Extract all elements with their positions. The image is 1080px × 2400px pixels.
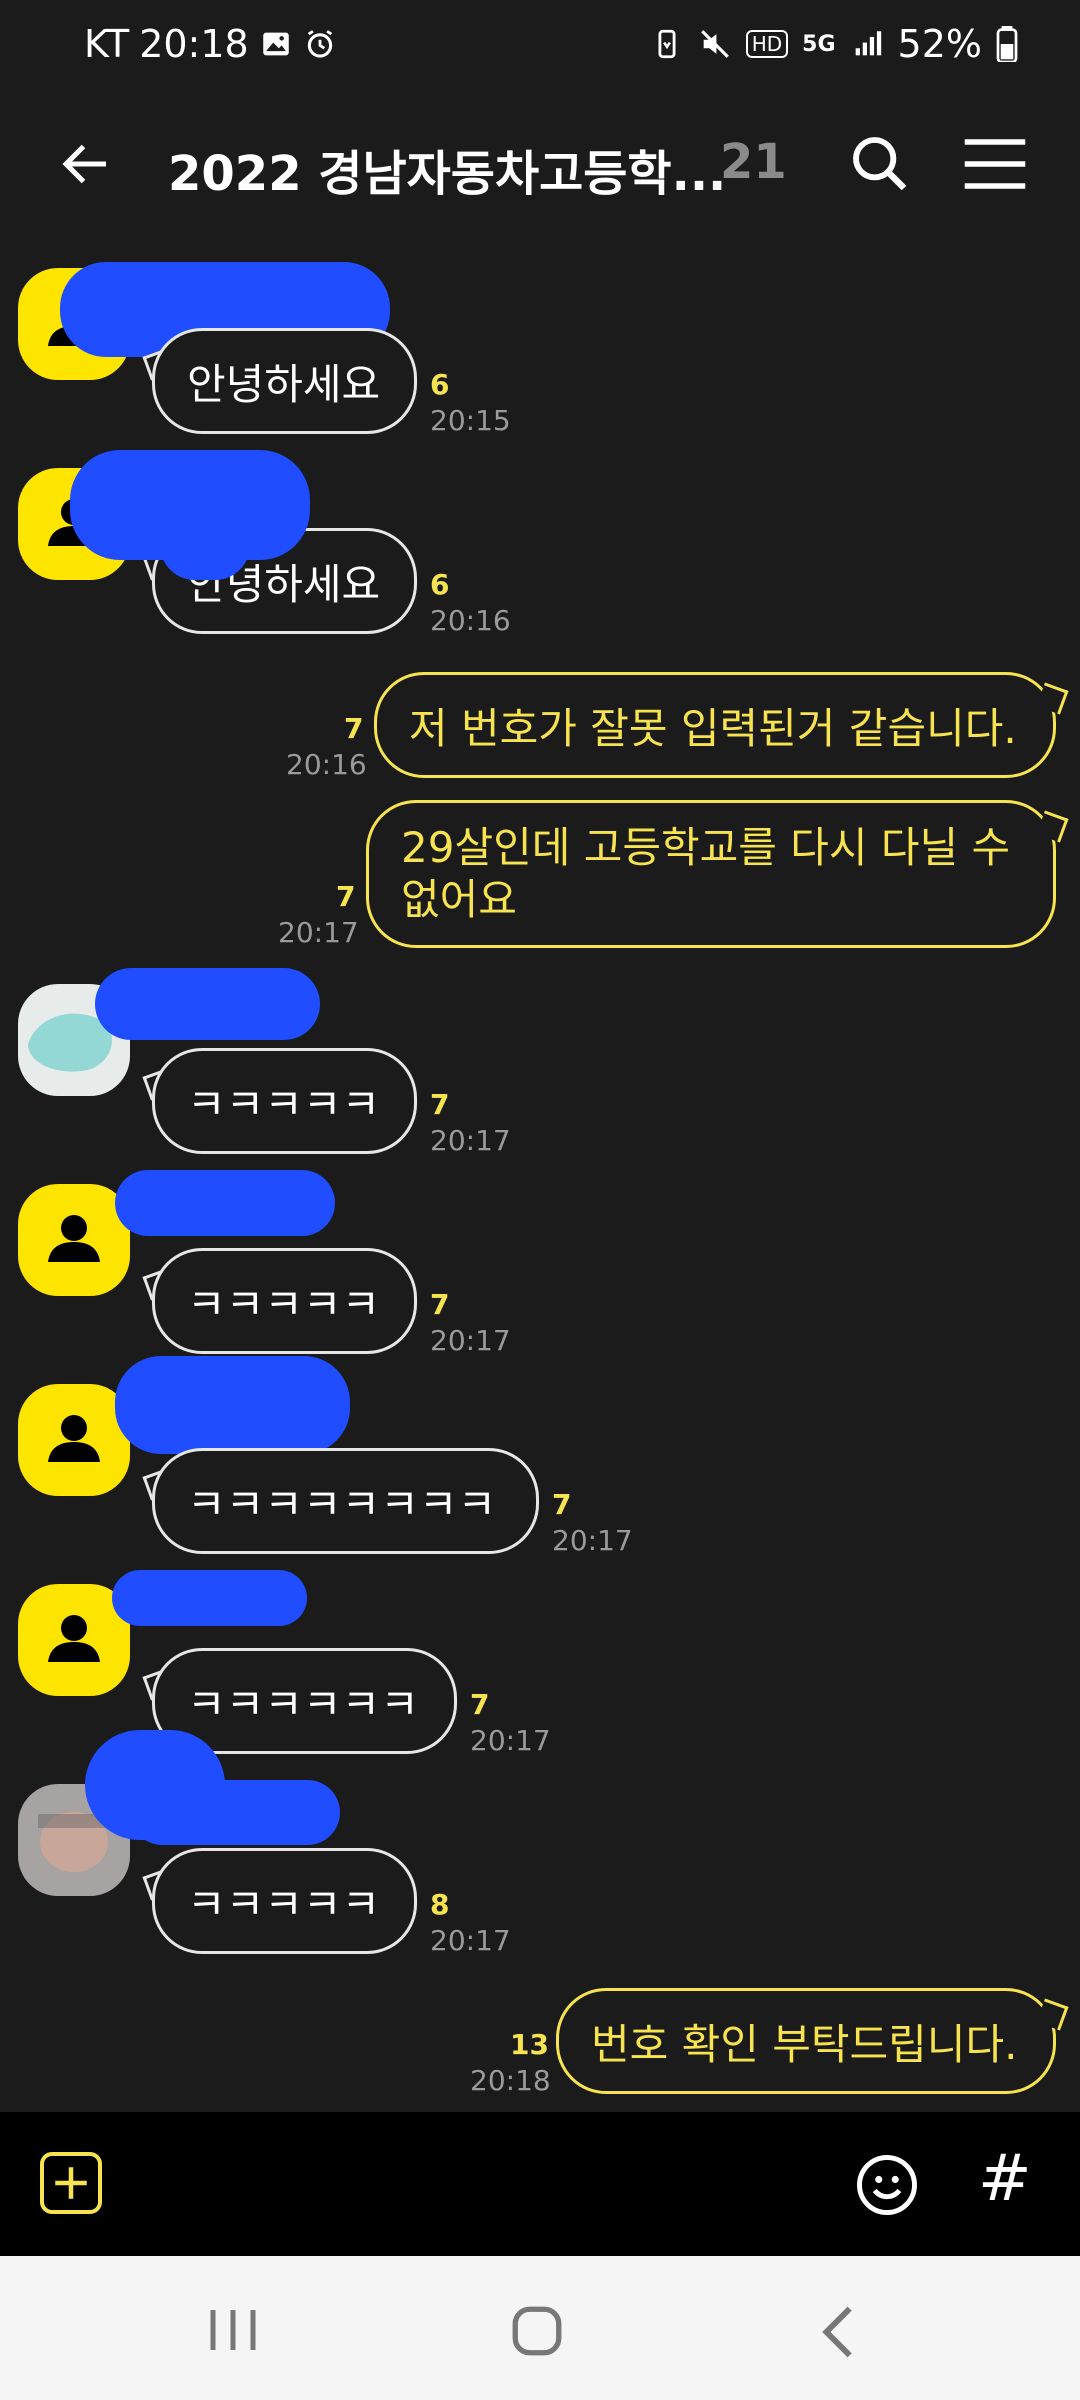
composer-bar: # — [0, 2112, 1080, 2256]
message-time: 20:17 — [278, 916, 359, 949]
status-right: HD 5G 52% — [650, 22, 1018, 66]
message-text-line2: 없어요 — [401, 875, 517, 924]
emoji-icon[interactable] — [854, 2152, 920, 2218]
alarm-icon — [307, 30, 332, 58]
message-bubble[interactable]: ㅋㅋㅋㅋㅋ — [152, 1248, 417, 1354]
unread-count: 6 — [430, 368, 450, 401]
message-time: 20:17 — [430, 1924, 511, 1957]
message-text: 번호 확인 부탁드립니다. — [591, 2019, 1018, 2069]
message-time: 20:17 — [470, 1724, 551, 1757]
message-text: 저 번호가 잘못 입력된거 같습니다. — [409, 703, 1017, 753]
carrier-label: KT — [84, 22, 130, 66]
message-text: ㅋㅋㅋㅋㅋㅋ — [187, 1679, 419, 1729]
redacted-name — [95, 968, 320, 1040]
unread-count: 7 — [470, 1688, 490, 1721]
message-time: 20:17 — [430, 1324, 511, 1357]
mute-icon — [700, 30, 729, 58]
redacted-name — [115, 1356, 350, 1454]
unread-count: 7 — [430, 1088, 450, 1121]
status-bar: KT 20:18 HD 5G 52% — [0, 0, 1080, 96]
avatar[interactable] — [18, 1384, 130, 1496]
chat-header: 2022 경남자동차고등학... 21 — [0, 96, 1080, 232]
message-bubble[interactable]: 안녕하세요 — [152, 328, 417, 434]
home-icon[interactable] — [508, 2302, 566, 2360]
avatar[interactable] — [18, 1184, 130, 1296]
message-bubble[interactable]: ㅋㅋㅋㅋㅋ — [152, 1848, 417, 1954]
search-icon[interactable] — [848, 132, 912, 196]
person-icon — [48, 1415, 100, 1462]
message-time: 20:18 — [470, 2064, 551, 2097]
chat-title: 2022 경남자동차고등학... — [168, 146, 727, 202]
hashtag-button[interactable]: # — [978, 2142, 1032, 2216]
message-text: 안녕하세요 — [187, 359, 381, 409]
message-text: ㅋㅋㅋㅋㅋ — [187, 1879, 381, 1929]
message-text-line1: 29살인데 고등학교를 다시 다닐 수 — [401, 823, 1011, 872]
read-count: 7 — [336, 880, 356, 913]
message-time: 20:16 — [430, 604, 511, 637]
unread-count: 7 — [430, 1288, 450, 1321]
clock: 20:18 — [139, 22, 249, 66]
member-count: 21 — [720, 134, 787, 190]
plus-icon[interactable] — [40, 2152, 102, 2214]
redacted-name — [112, 1570, 307, 1626]
message-time: 20:17 — [552, 1524, 633, 1557]
my-message-bubble[interactable]: 29살인데 고등학교를 다시 다닐 수 없어요 — [366, 800, 1056, 948]
message-time: 20:16 — [286, 748, 367, 781]
message-text: ㅋㅋㅋㅋㅋㅋㅋㅋ — [187, 1479, 497, 1529]
hd-badge: HD — [745, 30, 789, 58]
redacted-name — [160, 510, 250, 580]
back-arrow-icon[interactable] — [56, 134, 116, 194]
my-message-bubble[interactable]: 저 번호가 잘못 입력된거 같습니다. — [374, 672, 1056, 778]
message-text: ㅋㅋㅋㅋㅋ — [187, 1079, 381, 1129]
network-badge: 5G — [802, 31, 836, 57]
system-nav-bar — [0, 2256, 1080, 2400]
read-count: 13 — [510, 2028, 549, 2061]
gallery-icon — [262, 32, 289, 56]
unread-count: 7 — [552, 1488, 572, 1521]
signal-icon — [855, 31, 881, 56]
my-message-bubble[interactable]: 번호 확인 부탁드립니다. — [556, 1988, 1056, 2094]
unread-count: 6 — [430, 568, 450, 601]
redacted-name — [130, 1780, 340, 1845]
redacted-name — [115, 1170, 335, 1236]
message-text: ㅋㅋㅋㅋㅋ — [187, 1279, 381, 1329]
nav-back-icon[interactable] — [818, 2304, 858, 2360]
message-time: 20:17 — [430, 1124, 511, 1157]
message-bubble[interactable]: ㅋㅋㅋㅋㅋ — [152, 1048, 417, 1154]
menu-icon[interactable] — [962, 136, 1028, 192]
battery-percent: 52% — [897, 22, 982, 66]
recents-icon[interactable] — [205, 2306, 261, 2354]
message-bubble[interactable]: ㅋㅋㅋㅋㅋㅋㅋㅋ — [152, 1448, 539, 1554]
battery-saver-icon — [658, 29, 676, 59]
battery-icon — [996, 26, 1018, 62]
message-time: 20:15 — [430, 404, 511, 437]
status-left: KT 20:18 — [84, 22, 337, 66]
unread-count: 8 — [430, 1888, 450, 1921]
read-count: 7 — [344, 712, 364, 745]
person-icon — [48, 1215, 100, 1262]
